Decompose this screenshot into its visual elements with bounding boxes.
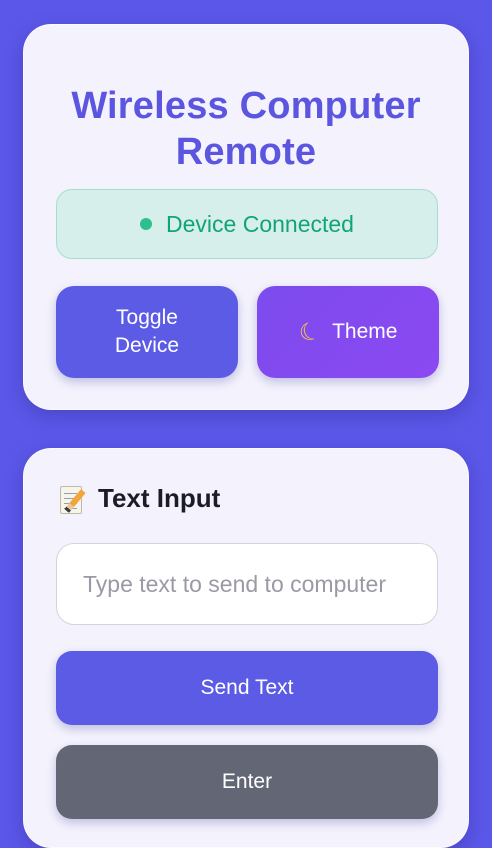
status-text: Device Connected <box>166 210 354 237</box>
theme-button[interactable]: ☾ Theme <box>257 286 439 378</box>
enter-label: Enter <box>221 770 273 793</box>
send-text-label: Send Text <box>200 676 294 699</box>
section-title: Text Input <box>98 483 221 513</box>
theme-label: Theme <box>332 320 398 343</box>
toggle-device-button[interactable]: Toggle Device <box>56 286 238 378</box>
device-control-card: Wireless Computer Remote Device Connecte… <box>23 24 469 410</box>
toggle-device-label: Toggle Device <box>114 306 180 357</box>
crescent-moon-icon: ☾ <box>294 315 325 349</box>
section-header: Text Input <box>60 483 220 514</box>
page-title: Wireless Computer Remote <box>71 85 421 173</box>
enter-button[interactable]: Enter <box>56 745 438 819</box>
status-banner: Device Connected <box>56 189 438 259</box>
memo-pencil-icon <box>60 484 88 514</box>
send-text-button[interactable]: Send Text <box>56 651 438 725</box>
text-input-field[interactable] <box>56 543 438 625</box>
status-dot-icon <box>140 218 153 230</box>
text-input-card: Text Input Send Text Enter <box>23 448 469 848</box>
